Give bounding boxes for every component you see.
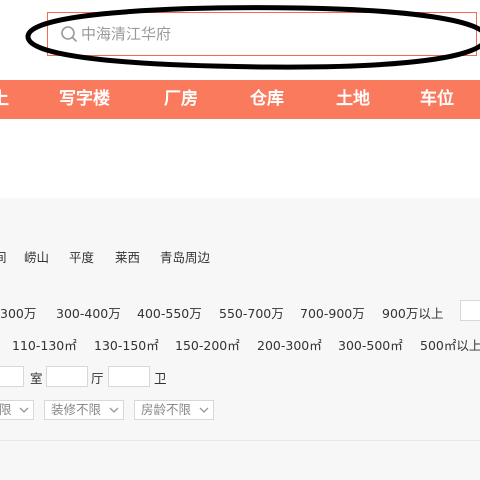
hall-count-input[interactable] [46,366,88,387]
chevron-down-icon [19,407,29,413]
chevron-down-icon [109,407,119,413]
nav-item-parking[interactable]: 车位 [420,80,454,119]
region-option[interactable]: 莱西 [115,247,140,266]
room-label: 室 [30,371,43,386]
select-value: 装修不限 [51,402,102,417]
nav-item-land[interactable]: 土地 [336,80,370,119]
filter-select[interactable]: 限 [0,400,34,420]
price-option[interactable]: 300万 [0,303,36,322]
nav-item-office[interactable]: 写字楼 [59,80,110,119]
area-option[interactable]: 300-500㎡ [338,335,403,354]
bath-label: 卫 [154,371,167,386]
search-icon [61,26,77,42]
search-input[interactable]: 中海清江华府 [81,13,171,55]
price-option[interactable]: 550-700万 [219,303,284,322]
price-option[interactable]: 700-900万 [300,303,365,322]
search-bar[interactable]: 中海清江华府 [47,12,477,56]
bath-count-input[interactable] [108,366,150,387]
price-custom-input[interactable] [460,300,480,321]
divider [0,440,480,441]
select-value: 限 [0,402,12,417]
room-count-input[interactable] [0,366,24,387]
nav-item-warehouse[interactable]: 仓库 [250,80,284,119]
category-nav: 上 写字楼 厂房 仓库 土地 车位 [0,80,480,119]
region-option[interactable]: 平度 [69,247,94,266]
nav-item-factory[interactable]: 厂房 [164,80,198,119]
price-option[interactable]: 400-550万 [137,303,202,322]
area-option[interactable]: 130-150㎡ [94,335,159,354]
region-option[interactable]: 崂山 [24,247,49,266]
price-option[interactable]: 300-400万 [56,303,121,322]
hall-label: 厅 [91,371,104,386]
building-age-select[interactable]: 房龄不限 [134,400,214,420]
region-option[interactable]: 青岛周边 [160,247,210,266]
chevron-down-icon [199,407,209,413]
decoration-select[interactable]: 装修不限 [44,400,124,420]
area-option[interactable]: 110-130㎡ [12,335,77,354]
region-option[interactable]: 间 [0,247,7,266]
select-value: 房龄不限 [141,402,192,417]
area-option[interactable]: 500㎡以上 [420,335,480,354]
nav-item-cut[interactable]: 上 [0,80,9,119]
area-option[interactable]: 200-300㎡ [257,335,322,354]
area-option[interactable]: 150-200㎡ [175,335,240,354]
price-option[interactable]: 900万以上 [382,303,443,322]
